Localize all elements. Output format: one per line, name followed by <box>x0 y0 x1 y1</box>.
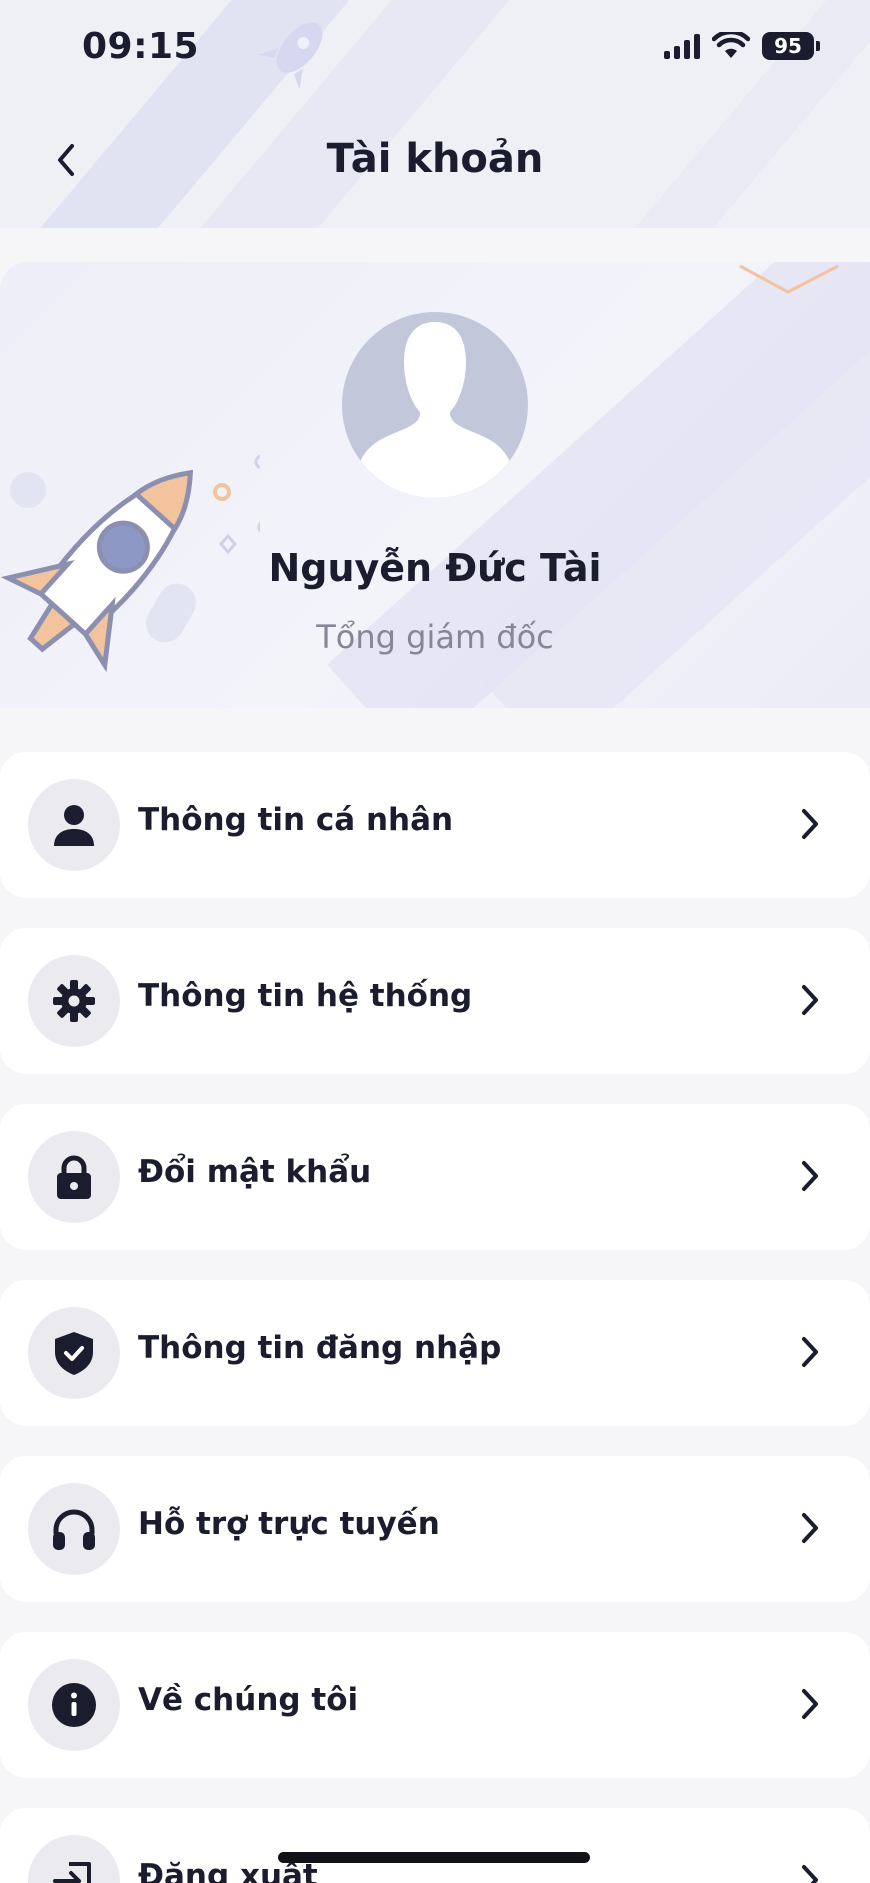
menu-item-logout[interactable]: Đăng xuất <box>0 1808 870 1883</box>
page-title: Tài khoản <box>326 136 544 182</box>
menu-item-login-info[interactable]: Thông tin đăng nhập <box>0 1280 870 1426</box>
chevron-right-icon <box>790 804 830 844</box>
menu-icon-container <box>28 955 120 1047</box>
wifi-icon <box>712 32 750 58</box>
status-icons: 95 <box>664 32 820 60</box>
chevron-right-icon <box>790 980 830 1020</box>
profile-name: Nguyễn Đức Tài <box>268 546 602 590</box>
top-area: 09:15 95 Tài khoản <box>0 0 870 228</box>
menu-icon-container <box>28 1483 120 1575</box>
menu-label: Thông tin cá nhân <box>138 802 454 838</box>
menu-label: Thông tin hệ thống <box>138 978 473 1014</box>
headphones-icon <box>53 1509 95 1550</box>
chevron-right-icon <box>790 1508 830 1548</box>
menu-label: Về chúng tôi <box>138 1682 359 1718</box>
profile-card: Nguyễn Đức Tài Tổng giám đốc <box>0 262 870 708</box>
gear-icon <box>53 980 95 1022</box>
menu-icon-container <box>28 1659 120 1751</box>
menu-icon-container <box>28 779 120 871</box>
user-silhouette-icon <box>360 322 510 498</box>
menu-label: Thông tin đăng nhập <box>138 1330 502 1366</box>
home-indicator[interactable] <box>278 1852 590 1863</box>
info-icon <box>52 1683 96 1727</box>
status-bar: 09:15 95 <box>0 0 870 100</box>
menu-icon-container <box>28 1835 120 1883</box>
menu-item-personal-info[interactable]: Thông tin cá nhân <box>0 752 870 898</box>
menu-icon-container <box>28 1131 120 1223</box>
cellular-signal-icon <box>664 33 700 59</box>
logout-icon <box>53 1862 91 1883</box>
menu-item-online-support[interactable]: Hỗ trợ trực tuyến <box>0 1456 870 1602</box>
menu-item-system-info[interactable]: Thông tin hệ thống <box>0 928 870 1074</box>
profile-role: Tổng giám đốc <box>316 618 554 656</box>
header: Tài khoản <box>0 110 870 210</box>
lock-icon <box>57 1155 91 1199</box>
menu-label: Hỗ trợ trực tuyến <box>138 1506 440 1542</box>
account-screen: 09:15 95 Tài khoản Nguyễn Đức Tài Tổng g… <box>0 0 870 1883</box>
chevron-right-icon <box>790 1156 830 1196</box>
avatar[interactable] <box>342 312 528 498</box>
menu-item-about-us[interactable]: Về chúng tôi <box>0 1632 870 1778</box>
shield-check-icon <box>55 1332 93 1375</box>
decorative-chevron-icon <box>739 264 839 294</box>
menu-label: Đổi mật khẩu <box>138 1154 372 1190</box>
chevron-right-icon <box>790 1332 830 1372</box>
menu-item-change-password[interactable]: Đổi mật khẩu <box>0 1104 870 1250</box>
person-icon <box>54 805 94 846</box>
menu-icon-container <box>28 1307 120 1399</box>
chevron-right-icon <box>790 1684 830 1724</box>
status-time: 09:15 <box>82 26 200 67</box>
battery-icon: 95 <box>762 32 820 60</box>
chevron-right-icon <box>790 1860 830 1883</box>
